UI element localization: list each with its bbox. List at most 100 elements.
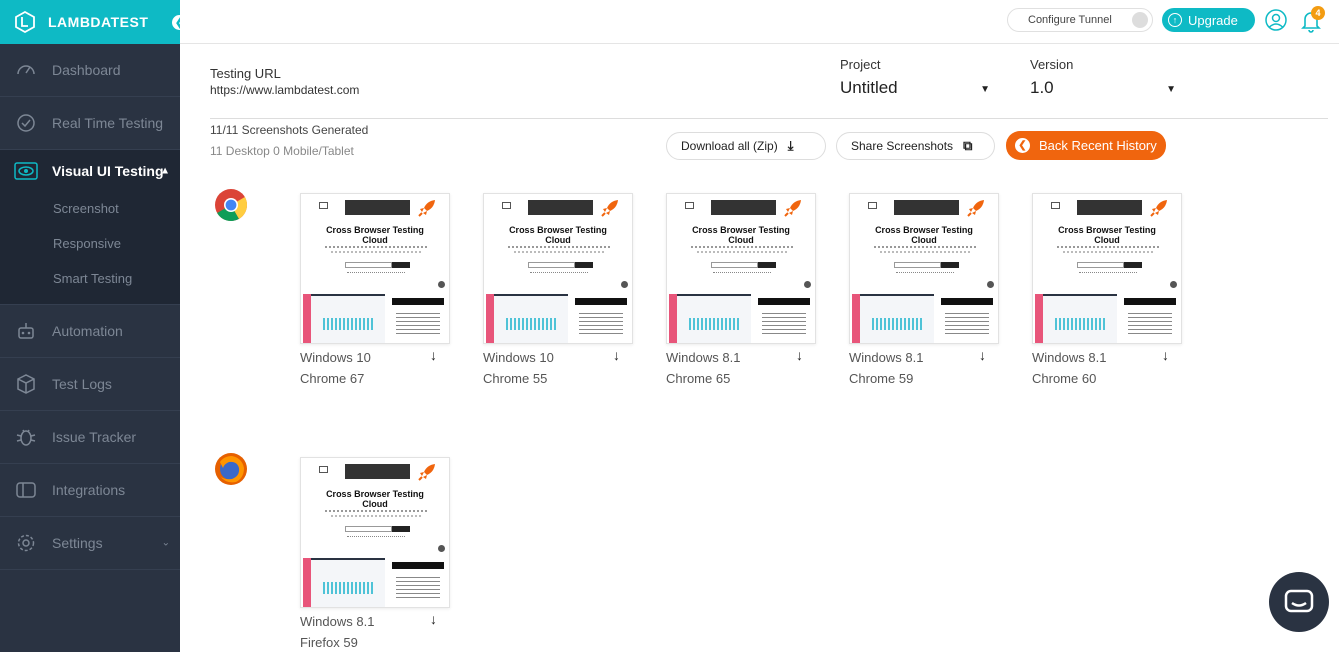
share-screenshots-label: Share Screenshots: [851, 139, 954, 153]
thumbnail-header-bar: [894, 200, 959, 215]
screenshot-thumbnail[interactable]: Cross Browser Testing Cloud: [849, 193, 999, 344]
thumbnail-chat-dot: [621, 281, 628, 288]
thumbnail-input: [528, 262, 575, 268]
chevron-down-icon: ⌄: [161, 537, 170, 549]
thumbnail-panel: [392, 562, 444, 569]
sidebar-item-visual-ui-testing[interactable]: Visual UI Testing ▲: [0, 150, 180, 191]
download-arrow-icon[interactable]: ↓: [796, 347, 803, 363]
thumbnail-text-line: [347, 536, 405, 537]
thumbnail-side-strip: [303, 294, 311, 343]
thumbnail-text-line: [514, 251, 604, 253]
thumbnail-header-bar: [345, 200, 410, 215]
thumbnail-text-line: [325, 246, 427, 248]
chat-support-button[interactable]: [1269, 572, 1329, 632]
screenshot-os-label: Windows 8.1: [1032, 350, 1107, 365]
thumbnail-chart: [506, 318, 556, 330]
bug-icon: [14, 425, 38, 449]
eye-icon: [14, 159, 38, 183]
screenshot-os-label: Windows 8.1: [666, 350, 741, 365]
top-bar: Configure Tunnel ↑ Upgrade 4: [180, 0, 1339, 44]
thumbnail-header-bar: [1077, 200, 1142, 215]
thumbnail-side-strip: [852, 294, 860, 343]
screenshot-thumbnail[interactable]: Cross Browser Testing Cloud: [666, 193, 816, 344]
thumbnail-panel: [1124, 298, 1176, 305]
thumbnail-side-strip: [1035, 294, 1043, 343]
thumbnail-chat-dot: [987, 281, 994, 288]
screenshot-thumbnail[interactable]: Cross Browser Testing Cloud: [1032, 193, 1182, 344]
sidebar-item-label: Test Logs: [52, 376, 112, 392]
thumbnail-title: Cross Browser Testing Cloud: [301, 225, 449, 245]
download-arrow-icon[interactable]: ↓: [1162, 347, 1169, 363]
thumbnail-title-line: Cloud: [362, 499, 388, 509]
chat-icon: [1284, 589, 1314, 613]
sidebar-item-label: Settings: [52, 535, 103, 551]
thumbnail-text-line: [508, 246, 610, 248]
sidebar-item-automation[interactable]: Automation: [0, 305, 180, 358]
sidebar-item-integrations[interactable]: Integrations: [0, 464, 180, 517]
thumbnail-text-line: [331, 515, 421, 517]
thumbnail-title: Cross Browser Testing Cloud: [667, 225, 815, 245]
thumbnail-panel: [758, 298, 810, 305]
download-arrow-icon[interactable]: ↓: [430, 611, 437, 627]
thumbnail-button: [1124, 262, 1142, 268]
integration-icon: [14, 478, 38, 502]
thumbnail-chat-dot: [804, 281, 811, 288]
thumbnail-chart: [689, 318, 739, 330]
thumbnail-input: [1077, 262, 1124, 268]
rocket-icon: [967, 200, 984, 217]
screenshot-thumbnail[interactable]: Cross Browser Testing Cloud: [483, 193, 633, 344]
project-select[interactable]: Untitled ▼: [840, 78, 990, 98]
thumbnail-text-block: [762, 310, 806, 334]
thumbnail-text-block: [579, 310, 623, 334]
thumbnail-text-line: [896, 272, 954, 273]
thumbnail-text-line: [697, 251, 787, 253]
download-arrow-icon[interactable]: ↓: [430, 347, 437, 363]
thumbnail-button: [941, 262, 959, 268]
sidebar-item-settings[interactable]: Settings ⌄: [0, 517, 180, 570]
thumbnail-chart: [1055, 318, 1105, 330]
sidebar-item-test-logs[interactable]: Test Logs: [0, 358, 180, 411]
screenshot-thumbnail[interactable]: Cross Browser Testing Cloud: [300, 193, 450, 344]
share-icon: ⧉: [963, 138, 973, 153]
thumbnail-text-line: [1057, 246, 1159, 248]
thumbnail-text-line: [530, 272, 588, 273]
sidebar-item-issue-tracker[interactable]: Issue Tracker: [0, 411, 180, 464]
upgrade-label: Upgrade: [1188, 12, 1238, 28]
thumbnail-button: [758, 262, 776, 268]
sidebar-item-real-time-testing[interactable]: Real Time Testing: [0, 97, 180, 150]
screenshot-browser-label: Chrome 65: [666, 371, 731, 386]
thumbnail-chat-dot: [438, 281, 445, 288]
thumbnail-title-line: Cloud: [728, 235, 754, 245]
download-all-button[interactable]: Download all (Zip) ⤓: [666, 132, 826, 160]
thumbnail-panel: [575, 298, 627, 305]
thumbnail-side-strip: [486, 294, 494, 343]
version-select[interactable]: 1.0 ▼: [1030, 78, 1176, 98]
download-icon: ⤓: [787, 138, 794, 153]
screenshot-os-label: Windows 10: [300, 350, 371, 365]
sidebar-item-label: Visual UI Testing: [52, 162, 164, 179]
subnav-item-smart-testing[interactable]: Smart Testing: [0, 261, 180, 296]
download-arrow-icon[interactable]: ↓: [979, 347, 986, 363]
back-recent-history-label: Back Recent History: [1039, 138, 1157, 153]
gear-icon: [14, 531, 38, 555]
user-profile-icon[interactable]: [1265, 9, 1287, 31]
screenshot-thumbnail[interactable]: Cross Browser Testing Cloud: [300, 457, 450, 608]
monitor-icon: [319, 466, 328, 473]
sidebar-item-dashboard[interactable]: Dashboard: [0, 44, 180, 97]
configure-tunnel-button[interactable]: Configure Tunnel: [1007, 8, 1153, 32]
thumbnail-chart: [323, 582, 373, 594]
screenshot-browser-label: Chrome 60: [1032, 371, 1097, 386]
subnav-item-screenshot[interactable]: Screenshot: [0, 191, 180, 226]
arrow-left-icon: ❮: [1015, 138, 1030, 153]
project-label: Project: [840, 57, 881, 72]
download-arrow-icon[interactable]: ↓: [613, 347, 620, 363]
rocket-icon: [784, 200, 801, 217]
upgrade-button[interactable]: ↑ Upgrade: [1162, 8, 1255, 32]
thumbnail-title: Cross Browser Testing Cloud: [484, 225, 632, 245]
tunnel-toggle[interactable]: [1132, 12, 1148, 28]
share-screenshots-button[interactable]: Share Screenshots ⧉: [836, 132, 995, 160]
subnav-item-responsive[interactable]: Responsive: [0, 226, 180, 261]
rocket-icon: [418, 464, 435, 481]
back-recent-history-button[interactable]: ❮ Back Recent History: [1006, 131, 1166, 160]
thumbnail-text-line: [347, 272, 405, 273]
